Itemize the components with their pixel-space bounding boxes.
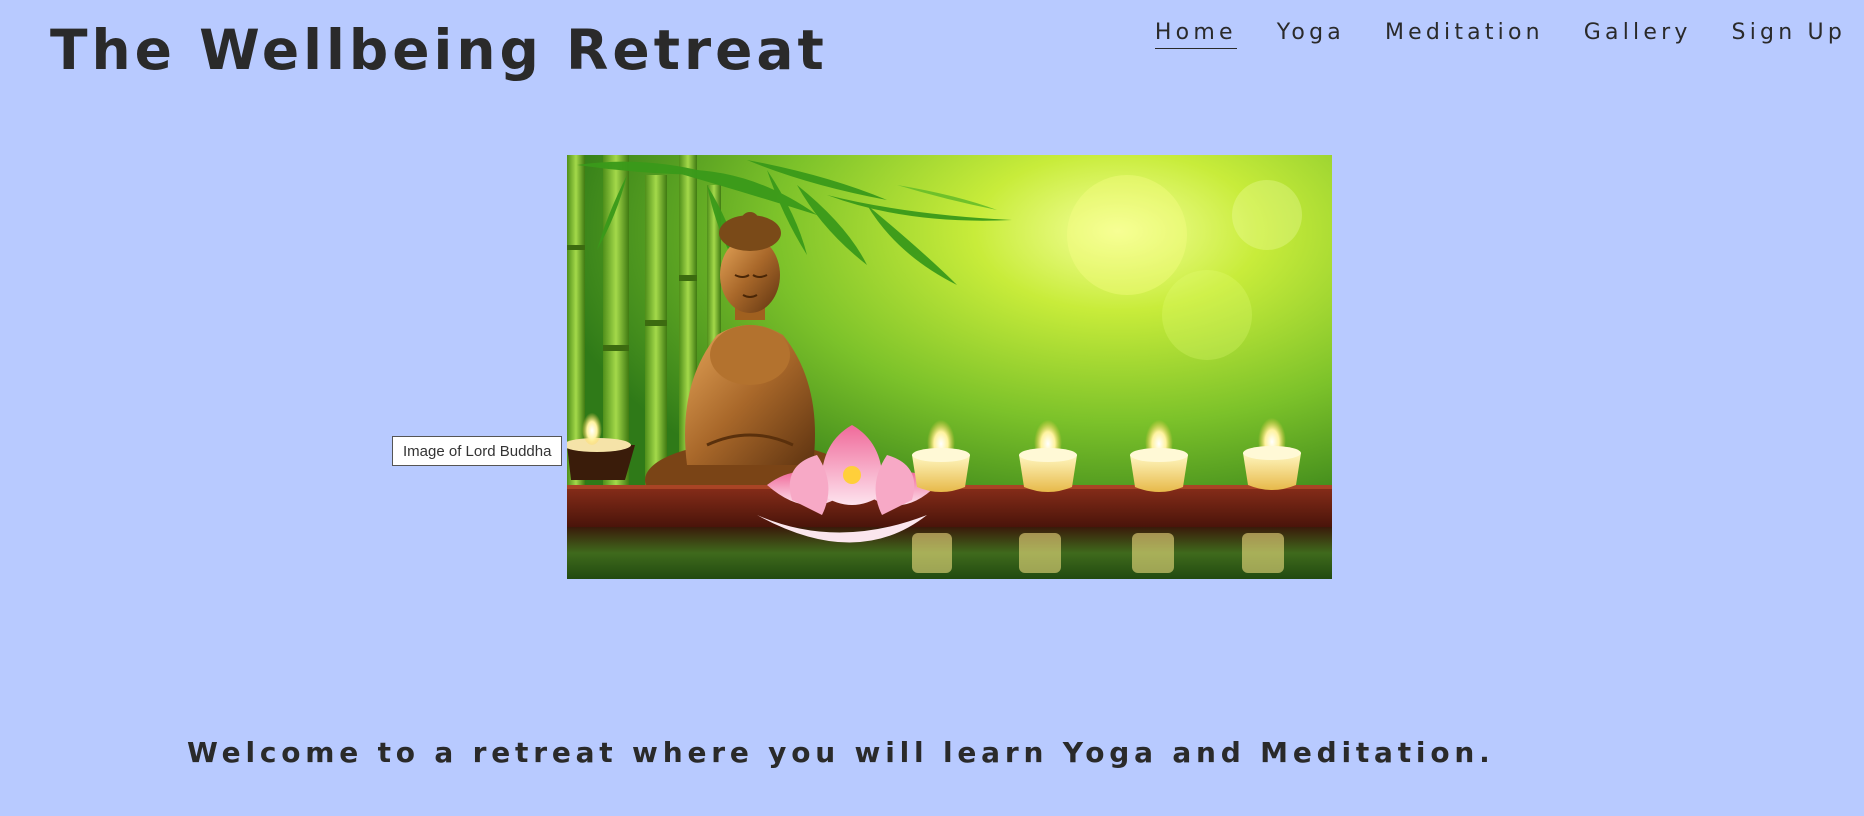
main-nav: Home Yoga Meditation Gallery Sign Up — [1133, 18, 1864, 52]
nav-link-sign-up[interactable]: Sign Up — [1714, 18, 1864, 52]
image-alt-tooltip: Image of Lord Buddha — [392, 436, 563, 466]
buddha-scene-image — [567, 155, 1332, 579]
welcome-message: Welcome to a retreat where you will lear… — [187, 736, 1495, 769]
nav-link-sign-up-label: Sign Up — [1731, 20, 1846, 45]
nav-link-yoga-label: Yoga — [1276, 20, 1345, 45]
nav-link-meditation[interactable]: Meditation — [1367, 18, 1562, 52]
nav-link-gallery[interactable]: Gallery — [1566, 18, 1710, 52]
nav-link-home[interactable]: Home — [1137, 18, 1255, 52]
nav-link-home-label: Home — [1154, 20, 1237, 49]
hero-image-buddha — [567, 155, 1332, 579]
site-title: The Wellbeing Retreat — [50, 18, 828, 82]
nav-link-meditation-label: Meditation — [1384, 20, 1544, 45]
nav-link-yoga[interactable]: Yoga — [1259, 18, 1363, 52]
nav-link-gallery-label: Gallery — [1583, 20, 1692, 45]
